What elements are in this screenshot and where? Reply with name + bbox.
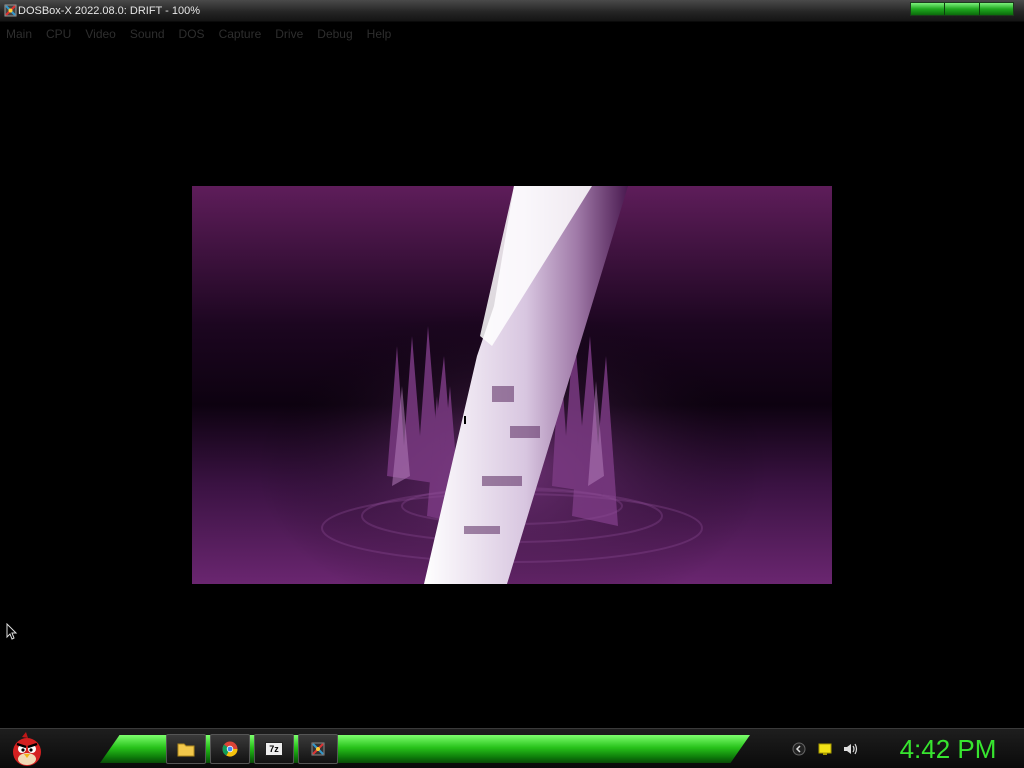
folder-icon	[177, 743, 195, 757]
menu-cpu[interactable]: CPU	[46, 27, 71, 41]
game-viewport[interactable]	[192, 186, 832, 584]
menu-video[interactable]: Video	[85, 27, 115, 41]
taskbar-dosbox[interactable]	[298, 734, 338, 764]
window-controls	[910, 2, 1014, 16]
close-button[interactable]	[979, 3, 1013, 15]
taskbar-file-explorer[interactable]	[166, 734, 206, 764]
dosbox-icon	[311, 742, 325, 756]
menu-help[interactable]: Help	[367, 27, 392, 41]
chrome-icon	[222, 741, 238, 757]
window-title: DOSBox-X 2022.08.0: DRIFT - 100%	[18, 5, 200, 17]
taskbar: 7z 4:42 PM	[0, 728, 1024, 768]
menu-debug[interactable]: Debug	[317, 27, 352, 41]
taskbar-clock[interactable]: 4:42 PM	[878, 734, 1018, 764]
menu-main[interactable]: Main	[6, 27, 32, 41]
menu-sound[interactable]: Sound	[130, 27, 165, 41]
title-bar[interactable]: DOSBox-X 2022.08.0: DRIFT - 100%	[0, 0, 1024, 22]
menu-bar: Main CPU Video Sound DOS Capture Drive D…	[0, 23, 1024, 45]
angry-bird-icon	[13, 732, 41, 766]
system-tray	[785, 735, 865, 763]
7zip-label: 7z	[269, 743, 279, 754]
start-button[interactable]	[8, 731, 46, 767]
volume-icon[interactable]	[843, 741, 859, 757]
7zip-icon: 7z	[265, 742, 283, 756]
show-hidden-icon[interactable]	[791, 741, 807, 757]
menu-dos[interactable]: DOS	[179, 27, 205, 41]
maximize-button[interactable]	[945, 3, 980, 15]
minimize-button[interactable]	[911, 3, 946, 15]
menu-drive[interactable]: Drive	[275, 27, 303, 41]
dosbox-icon	[4, 4, 17, 17]
taskbar-7zip[interactable]: 7z	[254, 734, 294, 764]
menu-capture[interactable]: Capture	[219, 27, 262, 41]
taskbar-chrome[interactable]	[210, 734, 250, 764]
mouse-cursor-icon	[6, 623, 18, 640]
action-center-icon[interactable]	[817, 741, 833, 757]
purple-abstract-scene	[192, 186, 832, 584]
desktop: DOSBox-X 2022.08.0: DRIFT - 100% Main CP…	[0, 0, 1024, 768]
